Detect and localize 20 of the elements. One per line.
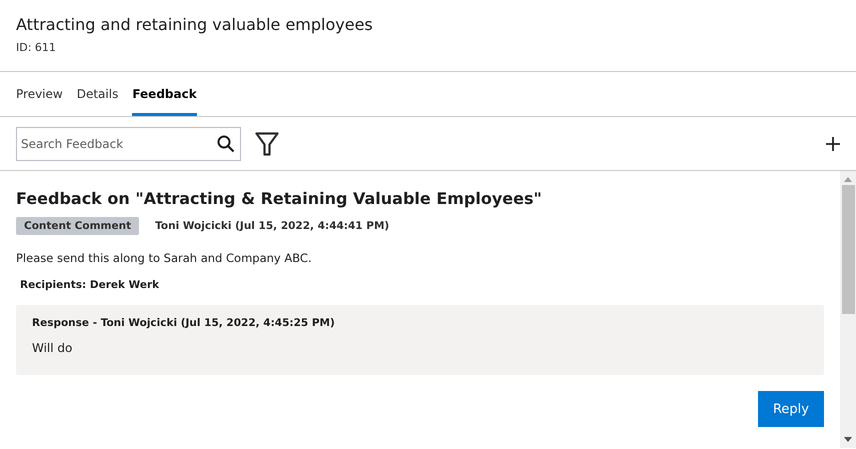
response-header: Response - Toni Wojcicki (Jul 15, 2022, 4:45:25 PM) [32,317,336,329]
scroll-down-icon[interactable] [844,437,852,442]
feedback-title: Feedback on "Attracting & Retaining Valuable Employees" [16,188,543,210]
tab[interactable]: Feedback [132,72,197,116]
page-title: Attracting and retaining valuable employees [16,14,374,36]
scrollbar[interactable] [840,171,856,448]
comment-type-tag: Content Comment [16,217,140,235]
add-icon[interactable] [826,136,840,150]
recipients-label: Recipients: Derek Werk [20,279,160,291]
author-label: Toni Wojcicki (Jul 15, 2022, 4:44:41 PM) [155,220,390,232]
scrollbar-thumb[interactable] [842,185,854,314]
reply-button[interactable]: Reply [758,391,824,427]
filter-icon[interactable] [255,132,279,156]
id-label: ID: 611 [16,41,57,54]
tab[interactable]: Details [76,72,118,116]
search-field[interactable]: Search Feedback [16,126,241,160]
feedback-message: Please send this along to Sarah and Company ABC. [16,251,313,265]
response-text: Will do [32,341,74,355]
search-icon[interactable] [217,134,235,152]
tab[interactable]: Preview [16,72,63,116]
